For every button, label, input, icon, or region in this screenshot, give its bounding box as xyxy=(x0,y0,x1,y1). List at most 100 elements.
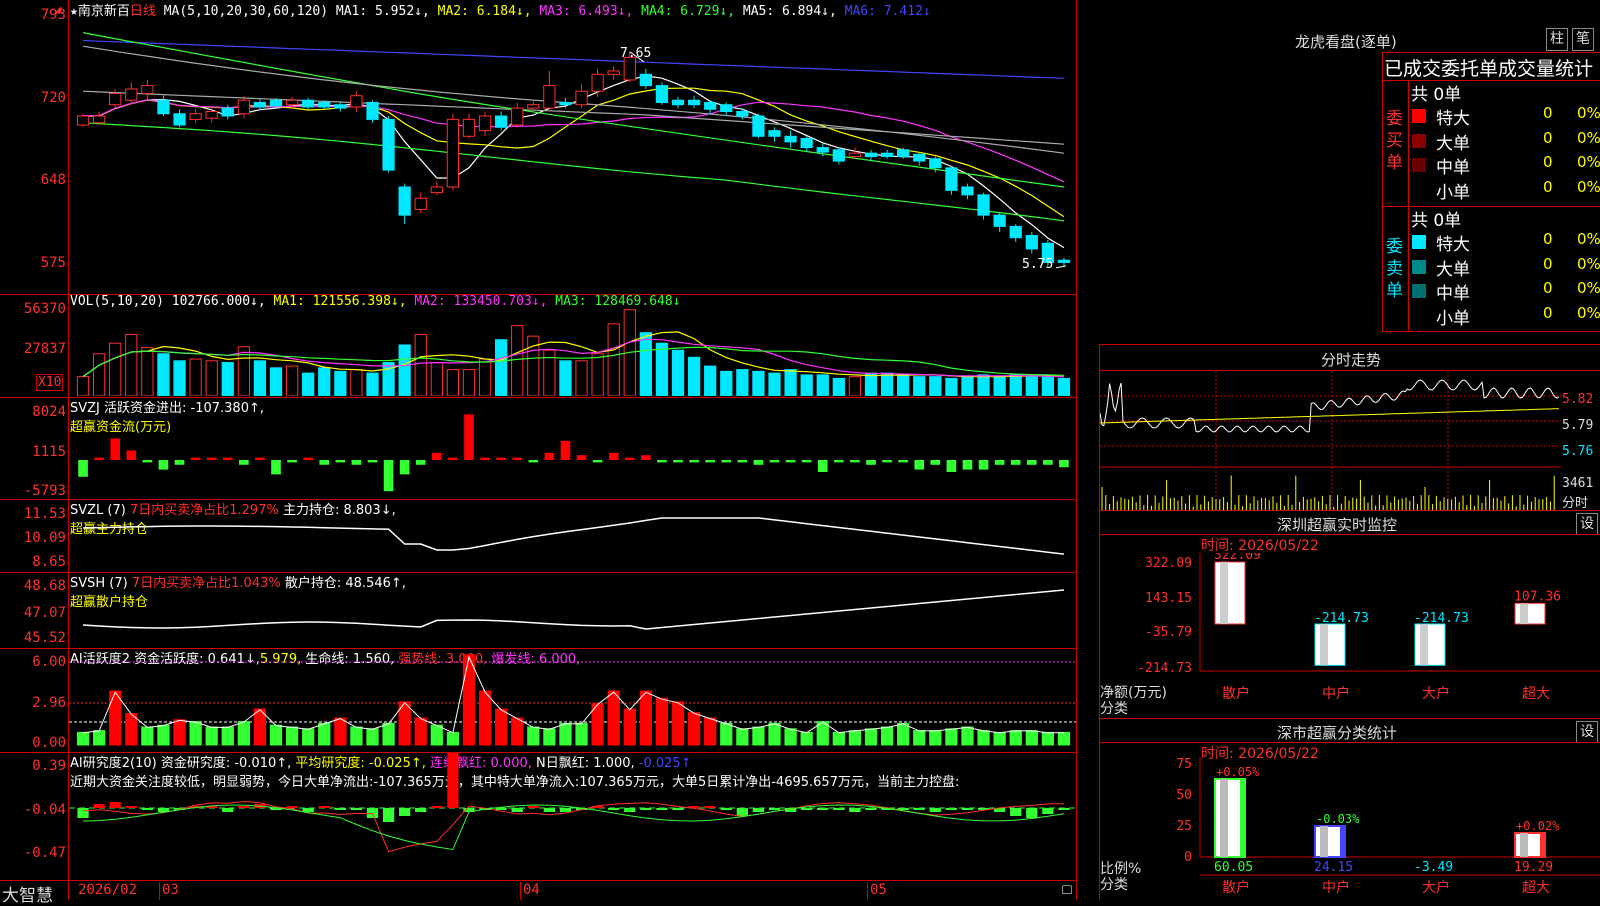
fund-flow-bar xyxy=(206,457,217,460)
category-label: 散户 xyxy=(1222,685,1250,702)
fund-flow-bar xyxy=(946,460,957,472)
ai2-ytick-1: -0.04 xyxy=(23,802,66,818)
period-label[interactable]: 日线 xyxy=(130,4,156,19)
activity-bar xyxy=(1041,731,1055,746)
volume-bar xyxy=(880,372,894,396)
bar-edge xyxy=(1340,826,1345,857)
volume-bar xyxy=(1041,376,1055,396)
svsh-ytick-1: 47.07 xyxy=(23,605,66,621)
lock-icon[interactable] xyxy=(1062,885,1072,894)
order-size-label: 大单 xyxy=(1436,259,1470,280)
volume-bar xyxy=(687,356,701,396)
monitor-title: 深圳超赢实时监控 xyxy=(1277,516,1398,534)
order-size-label: 小单 xyxy=(1436,308,1470,329)
fund-flow-bar xyxy=(431,452,442,460)
candle-body xyxy=(430,186,443,194)
fund-flow-bar xyxy=(94,457,104,460)
activity-bar xyxy=(125,713,138,746)
research-bar xyxy=(624,808,636,812)
activity-bar xyxy=(655,697,669,746)
candle-body xyxy=(559,101,572,106)
candle-body xyxy=(221,107,234,117)
activity-bar xyxy=(913,730,926,746)
candle-body xyxy=(173,113,186,126)
fund-flow-bar xyxy=(801,460,812,463)
minute-vol: 3461 xyxy=(1562,476,1594,491)
candle xyxy=(173,109,186,128)
candle-body xyxy=(269,99,283,107)
bar-value: 107.36 xyxy=(1514,589,1561,604)
classify-settings-button[interactable]: 设 xyxy=(1576,721,1598,743)
minute-chart[interactable] xyxy=(1100,371,1561,510)
monitor-settings-button[interactable]: 设 xyxy=(1576,513,1598,535)
low-price-label: 5.75 xyxy=(1022,257,1054,272)
brand-label: 大智慧 xyxy=(2,886,53,906)
order-count: 0 xyxy=(1543,104,1553,122)
volume-bar xyxy=(575,360,588,396)
order-pct: 0% xyxy=(1577,230,1600,248)
fund-flow-bar xyxy=(383,460,394,492)
volume-bar xyxy=(913,376,926,396)
activity-bar xyxy=(511,717,524,746)
research-bar xyxy=(833,808,845,810)
classify-ytick: 75 xyxy=(1176,757,1192,772)
volume-bar xyxy=(832,377,845,396)
monitor-time: 时间: 2026/05/22 xyxy=(1201,538,1319,554)
activity-bar xyxy=(1057,731,1071,746)
candle xyxy=(76,113,90,128)
pen-mode-button[interactable]: 笔 xyxy=(1572,28,1594,51)
volume-bar xyxy=(350,369,363,396)
monitor-ylabel2: 分类 xyxy=(1100,701,1128,717)
category-label: 大户 xyxy=(1422,685,1450,702)
fund-flow-bar xyxy=(335,460,346,463)
volume-bar xyxy=(109,342,122,396)
svzl-ytick-2: 8.65 xyxy=(32,554,66,570)
activity-bar xyxy=(334,717,347,746)
category-label: 超大 xyxy=(1522,686,1550,702)
ai2-chart xyxy=(69,753,1076,853)
fund-flow-bar xyxy=(448,457,458,460)
date-label-2: 04 xyxy=(523,882,540,898)
dragon-header: 已成交委托单成交量统计 xyxy=(1384,58,1594,80)
candle-body xyxy=(1057,259,1071,263)
candle-body xyxy=(977,194,990,216)
volume-bar xyxy=(945,377,958,396)
volume-bar xyxy=(92,353,106,396)
activity-bar xyxy=(318,722,331,746)
date-label-0: 2026/02 xyxy=(78,882,138,898)
candle-body xyxy=(848,152,862,158)
candle-body xyxy=(141,85,154,94)
bar-mode-button[interactable]: 柱 xyxy=(1546,28,1568,51)
activity-bar xyxy=(752,726,765,746)
volume-bar xyxy=(221,362,234,396)
svzl-ytick-1: 10.09 xyxy=(23,530,66,546)
order-count: 0 xyxy=(1543,153,1553,171)
candle xyxy=(495,111,508,131)
ai1-chart xyxy=(69,654,1076,746)
activity-bar xyxy=(623,708,636,746)
svzj-chart xyxy=(78,414,1069,492)
fund-flow-bar xyxy=(994,460,1005,465)
order-size-label: 特大 xyxy=(1436,235,1470,255)
fund-flow-bar xyxy=(737,460,748,463)
research-bar xyxy=(382,808,395,822)
fund-flow-bar xyxy=(817,460,828,472)
candle-body xyxy=(350,95,363,108)
research-bar xyxy=(302,808,314,812)
candle xyxy=(704,100,717,114)
stock-name[interactable]: 南京新百 xyxy=(78,4,130,19)
activity-bar xyxy=(446,731,460,746)
candle-body xyxy=(768,130,781,137)
date-label-1: 03 xyxy=(162,882,179,898)
volume-bar xyxy=(430,362,443,396)
volume-bar xyxy=(205,360,218,396)
research-bar xyxy=(334,808,346,810)
volume-bar xyxy=(848,376,862,396)
activity-bar xyxy=(478,690,492,746)
favorite-star-icon[interactable]: ★ xyxy=(70,4,78,19)
activity-bar xyxy=(269,724,283,746)
candle-body xyxy=(671,99,685,106)
candlestick-chart[interactable] xyxy=(69,18,1076,294)
activity-bar xyxy=(462,654,476,746)
candle xyxy=(398,183,411,225)
